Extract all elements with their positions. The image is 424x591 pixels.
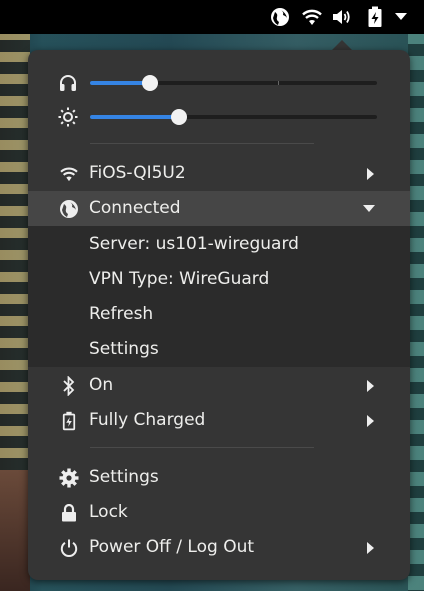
wifi-label: FiOS-QI5U2 [89,163,186,183]
vpn-menu-item[interactable]: Connected [28,191,410,226]
power-off-label: Power Off / Log Out [89,537,255,557]
power-off-menu-item[interactable]: Power Off / Log Out [28,530,410,565]
chevron-right-icon [362,530,378,565]
separator [90,143,314,144]
wallpaper-right [408,30,424,591]
vpn-refresh-item[interactable]: Refresh [89,297,153,332]
vpn-settings-item[interactable]: Settings [89,332,159,367]
chevron-down-icon [359,191,379,226]
vpn-type-item[interactable]: VPN Type: WireGuard [89,262,269,297]
settings-label: Settings [89,467,159,487]
vpn-globe-icon[interactable] [268,5,292,29]
chevron-right-icon [362,156,378,191]
bluetooth-icon [58,375,80,397]
lock-icon [58,502,80,524]
gear-icon [58,467,80,489]
bluetooth-label: On [89,375,114,395]
wallpaper-bottom [0,470,30,591]
settings-menu-item[interactable]: Settings [28,460,410,495]
system-menu: FiOS-QI5U2 Connected Server: us101-wireg… [28,50,410,580]
vpn-submenu: Server: us101-wireguard VPN Type: WireGu… [28,226,410,367]
vpn-status-label: Connected [89,198,181,218]
vpn-globe-icon [58,198,80,220]
battery-charging-icon [58,410,80,432]
volume-slider-row [28,67,410,97]
power-status-label: Fully Charged [89,410,206,430]
chevron-right-icon [362,368,378,403]
volume-fill [90,81,150,85]
wifi-icon[interactable] [300,5,324,29]
battery-charging-icon[interactable] [363,5,387,29]
bluetooth-menu-item[interactable]: On [28,368,410,403]
brightness-slider-row [28,101,410,131]
lock-label: Lock [89,502,128,522]
menu-arrow-down-icon[interactable] [392,5,410,29]
brightness-fill [90,115,179,119]
lock-menu-item[interactable]: Lock [28,495,410,530]
top-bar [0,0,424,34]
volume-100-tick [278,81,279,85]
wifi-menu-item[interactable]: FiOS-QI5U2 [28,156,410,191]
brightness-slider[interactable] [90,109,377,125]
power-icon [58,537,80,559]
separator [90,447,314,448]
headphones-icon [58,73,78,93]
power-menu-item[interactable]: Fully Charged [28,403,410,438]
volume-slider[interactable] [90,75,377,91]
chevron-right-icon [362,403,378,438]
volume-handle[interactable] [142,75,158,91]
brightness-icon [58,107,78,127]
vpn-server-item[interactable]: Server: us101-wireguard [89,227,299,262]
wifi-icon [58,163,80,185]
volume-icon[interactable] [330,5,354,29]
brightness-handle[interactable] [171,109,187,125]
